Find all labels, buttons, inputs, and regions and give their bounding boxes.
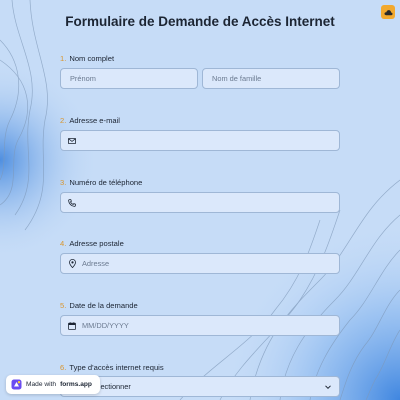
- chevron-down-icon: [325, 385, 331, 390]
- question-address-label: 4. Adresse postale: [60, 239, 124, 248]
- question-number: 6.: [60, 363, 67, 372]
- date-placeholder: MM/DD/YYYY: [82, 321, 129, 330]
- theme-toggle-button[interactable]: [381, 5, 395, 19]
- question-full-name-label: 1. Nom complet: [60, 54, 114, 63]
- question-number: 5.: [60, 301, 67, 310]
- question-label: Adresse e-mail: [69, 116, 120, 125]
- question-label: Numéro de téléphone: [69, 178, 143, 187]
- badge-prefix: Made with: [26, 381, 57, 388]
- badge-brand: forms.app: [60, 381, 92, 388]
- email-input[interactable]: [60, 130, 340, 151]
- form-page: Formulaire de Demande de Accès Internet …: [0, 0, 400, 400]
- first-name-placeholder: Prénom: [70, 74, 96, 83]
- question-number: 3.: [60, 178, 67, 187]
- access-type-select[interactable]: sélectionner: [60, 376, 340, 397]
- question-label: Date de la demande: [69, 301, 138, 310]
- forms-app-logo-icon: [11, 379, 22, 390]
- phone-input[interactable]: [60, 192, 340, 213]
- location-pin-icon: [67, 259, 77, 269]
- phone-icon: [67, 198, 77, 208]
- question-label: Adresse postale: [69, 239, 124, 248]
- question-label: Type d'accès internet requis: [69, 363, 164, 372]
- question-label: Nom complet: [69, 54, 115, 63]
- first-name-input[interactable]: Prénom: [60, 68, 198, 89]
- address-placeholder: Adresse: [82, 259, 110, 268]
- form-title: Formulaire de Demande de Accès Internet: [65, 14, 335, 29]
- question-number: 1.: [60, 54, 67, 63]
- question-date-label: 5. Date de la demande: [60, 301, 138, 310]
- calendar-icon: [67, 321, 77, 331]
- question-number: 4.: [60, 239, 67, 248]
- question-email-label: 2. Adresse e-mail: [60, 116, 120, 125]
- date-input[interactable]: MM/DD/YYYY: [60, 315, 340, 336]
- cloud-icon: [383, 9, 393, 15]
- question-number: 2.: [60, 116, 67, 125]
- mail-icon: [67, 136, 77, 146]
- question-phone-label: 3. Numéro de téléphone: [60, 178, 142, 187]
- made-with-badge[interactable]: Made with forms.app: [6, 375, 100, 394]
- address-input[interactable]: Adresse: [60, 253, 340, 274]
- question-access-type-label: 6. Type d'accès internet requis: [60, 363, 164, 372]
- last-name-placeholder: Nom de famille: [212, 74, 262, 83]
- last-name-input[interactable]: Nom de famille: [202, 68, 340, 89]
